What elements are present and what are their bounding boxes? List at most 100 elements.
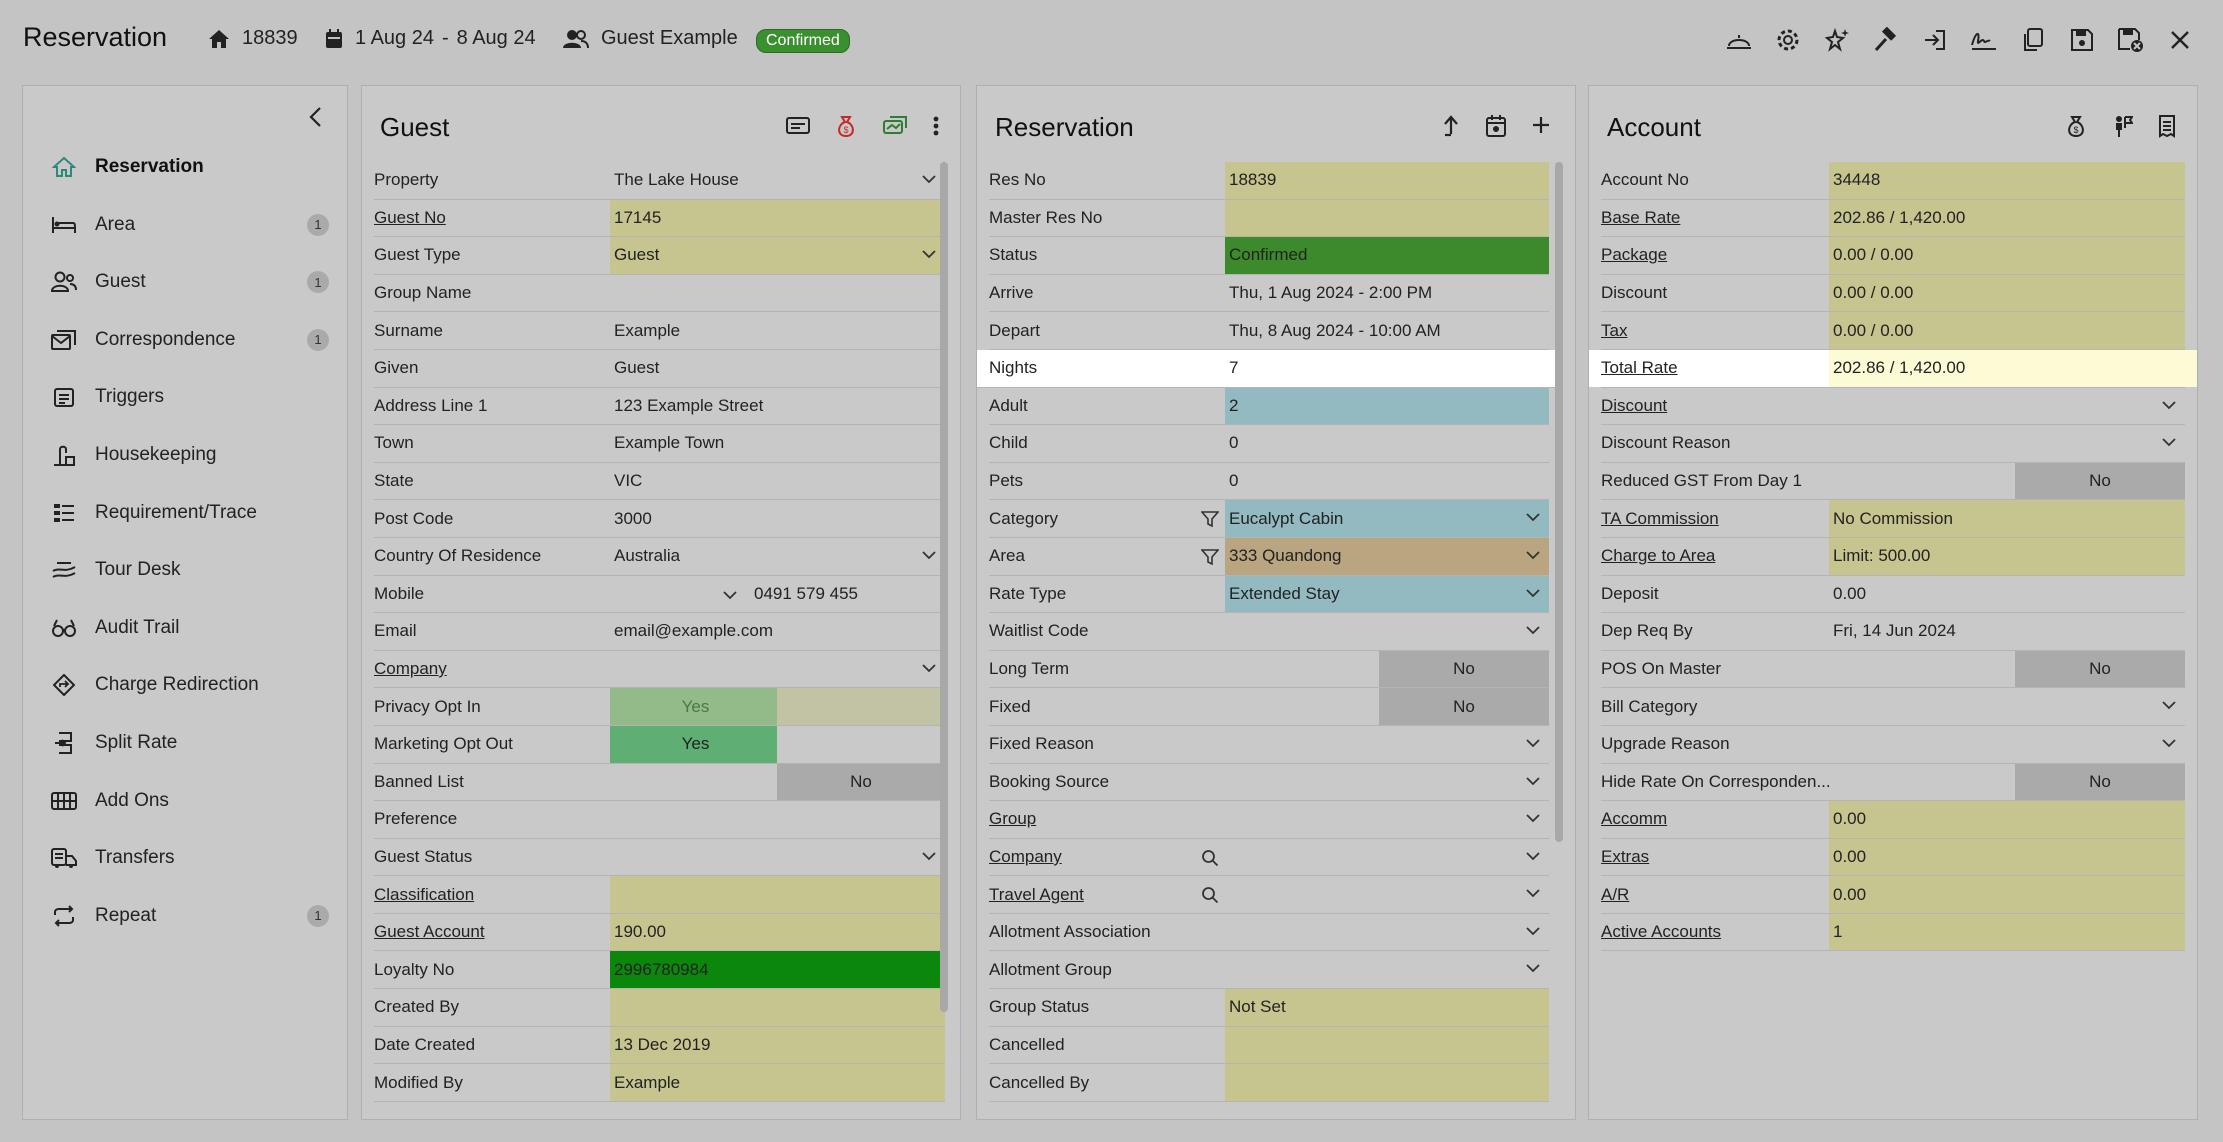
field-label[interactable]: Company: [374, 659, 447, 679]
chevron-down-icon[interactable]: [1525, 961, 1541, 979]
chevron-down-icon[interactable]: [921, 172, 937, 190]
field-label[interactable]: Extras: [1601, 847, 1649, 867]
chevron-down-icon[interactable]: [1525, 623, 1541, 641]
field-value[interactable]: 0491 579 455: [750, 576, 945, 613]
field-value[interactable]: 123 Example Street: [610, 388, 945, 425]
field-value[interactable]: [610, 275, 945, 312]
field-value[interactable]: 0: [1225, 425, 1549, 462]
field-dropdown[interactable]: [1225, 876, 1549, 913]
sidebar-item-repeat[interactable]: Repeat 1: [51, 896, 331, 936]
sidebar-item-correspondence[interactable]: Correspondence 1: [51, 320, 331, 360]
field-dropdown[interactable]: [1829, 425, 2185, 462]
sidebar-item-area[interactable]: Area 1: [51, 205, 331, 245]
field-value[interactable]: 0.00: [1829, 838, 2185, 876]
save-close-icon[interactable]: [2115, 24, 2146, 55]
field-value[interactable]: 34448: [1829, 162, 2185, 199]
field-value[interactable]: No: [2015, 763, 2185, 801]
field-value[interactable]: VIC: [610, 463, 945, 500]
id-card-icon[interactable]: [786, 114, 810, 143]
field-value[interactable]: 13 Dec 2019: [610, 1026, 945, 1064]
field-label[interactable]: Tax: [1601, 321, 1627, 341]
field-value[interactable]: Yes: [610, 688, 777, 725]
field-value[interactable]: Limit: 500.00: [1829, 537, 2185, 575]
field-dropdown[interactable]: [610, 839, 945, 876]
field-label[interactable]: Total Rate: [1601, 358, 1678, 378]
search-icon[interactable]: [1201, 886, 1219, 909]
field-dropdown[interactable]: [610, 651, 945, 688]
field-value[interactable]: [610, 989, 945, 1026]
field-value[interactable]: 1: [1829, 913, 2185, 951]
field-label[interactable]: Group: [989, 809, 1036, 829]
field-value[interactable]: 3000: [610, 500, 945, 537]
field-value[interactable]: email@example.com: [610, 613, 945, 650]
chevron-down-icon[interactable]: [1525, 548, 1541, 566]
field-value[interactable]: No: [2015, 650, 2185, 688]
sidebar-item-guest[interactable]: Guest 1: [51, 262, 331, 302]
receipt-icon[interactable]: [2157, 114, 2177, 143]
chevron-down-icon[interactable]: [2161, 698, 2177, 716]
field-value[interactable]: Example Town: [610, 425, 945, 462]
field-dropdown[interactable]: [1829, 688, 2185, 725]
field-value[interactable]: No: [1379, 688, 1549, 725]
collapse-sidebar-button[interactable]: [308, 106, 324, 133]
field-value[interactable]: Thu, 8 Aug 2024 - 10:00 AM: [1225, 312, 1549, 349]
field-dropdown[interactable]: [1225, 801, 1549, 838]
chevron-down-icon[interactable]: [2161, 435, 2177, 453]
field-value[interactable]: [610, 876, 945, 913]
field-value[interactable]: 0.00: [1829, 576, 2185, 613]
money-transfer-icon[interactable]: [882, 114, 908, 143]
filter-icon[interactable]: [1200, 549, 1220, 570]
field-dropdown[interactable]: Guest: [610, 237, 945, 274]
sidebar-item-tour-desk[interactable]: Tour Desk: [51, 550, 331, 590]
chevron-down-icon[interactable]: [1525, 886, 1541, 904]
field-dropdown[interactable]: [1225, 951, 1549, 988]
field-value[interactable]: [1225, 1064, 1549, 1101]
field-dropdown[interactable]: [1225, 726, 1549, 763]
more-vertical-icon[interactable]: [932, 114, 940, 143]
reservation-scrollbar[interactable]: [1555, 162, 1563, 842]
field-value[interactable]: No: [2015, 462, 2185, 500]
field-label[interactable]: Accomm: [1601, 809, 1667, 829]
field-value[interactable]: No: [777, 763, 945, 801]
field-dropdown[interactable]: [1829, 726, 2185, 763]
chevron-down-icon[interactable]: [921, 661, 937, 679]
field-label[interactable]: Charge to Area: [1601, 546, 1715, 566]
chevron-down-icon[interactable]: [2161, 398, 2177, 416]
field-value[interactable]: 18839: [1225, 162, 1549, 199]
sidebar-item-triggers[interactable]: Triggers: [51, 377, 331, 417]
signature-icon[interactable]: [1968, 24, 1999, 55]
field-label[interactable]: TA Commission: [1601, 509, 1719, 529]
chevron-down-icon[interactable]: [1525, 774, 1541, 792]
field-value[interactable]: Confirmed: [1225, 237, 1549, 274]
copy-icon[interactable]: [2017, 24, 2048, 55]
field-value[interactable]: [610, 801, 945, 838]
sidebar-item-audit-trail[interactable]: Audit Trail: [51, 608, 331, 648]
money-bag-icon[interactable]: $: [834, 114, 858, 143]
field-value[interactable]: 0.00 / 0.00: [1829, 237, 2185, 274]
field-value[interactable]: [1225, 199, 1549, 237]
field-value[interactable]: Example: [610, 1064, 945, 1101]
field-dropdown[interactable]: [1829, 388, 2185, 425]
field-value[interactable]: 0.00 / 0.00: [1829, 274, 2185, 312]
close-icon[interactable]: [2164, 24, 2195, 55]
chevron-down-icon[interactable]: [1525, 736, 1541, 754]
field-value[interactable]: 0.00: [1829, 876, 2185, 913]
gear-icon[interactable]: [1772, 24, 1803, 55]
field-label[interactable]: Travel Agent: [989, 885, 1084, 905]
field-value[interactable]: Guest: [610, 350, 945, 387]
chevron-down-icon[interactable]: [921, 247, 937, 265]
calendar-add-icon[interactable]: [1485, 114, 1507, 143]
save-icon[interactable]: [2066, 24, 2097, 55]
field-value[interactable]: Yes: [610, 725, 777, 763]
field-dropdown[interactable]: Extended Stay: [1225, 575, 1549, 613]
field-dropdown[interactable]: The Lake House: [610, 162, 945, 199]
field-label[interactable]: Active Accounts: [1601, 922, 1721, 942]
hammer-icon[interactable]: [1870, 24, 1901, 55]
chevron-down-icon[interactable]: [1525, 849, 1541, 867]
filter-icon[interactable]: [1200, 511, 1220, 532]
field-value[interactable]: Not Set: [1225, 989, 1549, 1026]
field-dropdown[interactable]: [1225, 764, 1549, 801]
chevron-down-icon[interactable]: [921, 849, 937, 867]
field-value[interactable]: 0: [1225, 463, 1549, 500]
person-flag-icon[interactable]: [2111, 114, 2134, 143]
